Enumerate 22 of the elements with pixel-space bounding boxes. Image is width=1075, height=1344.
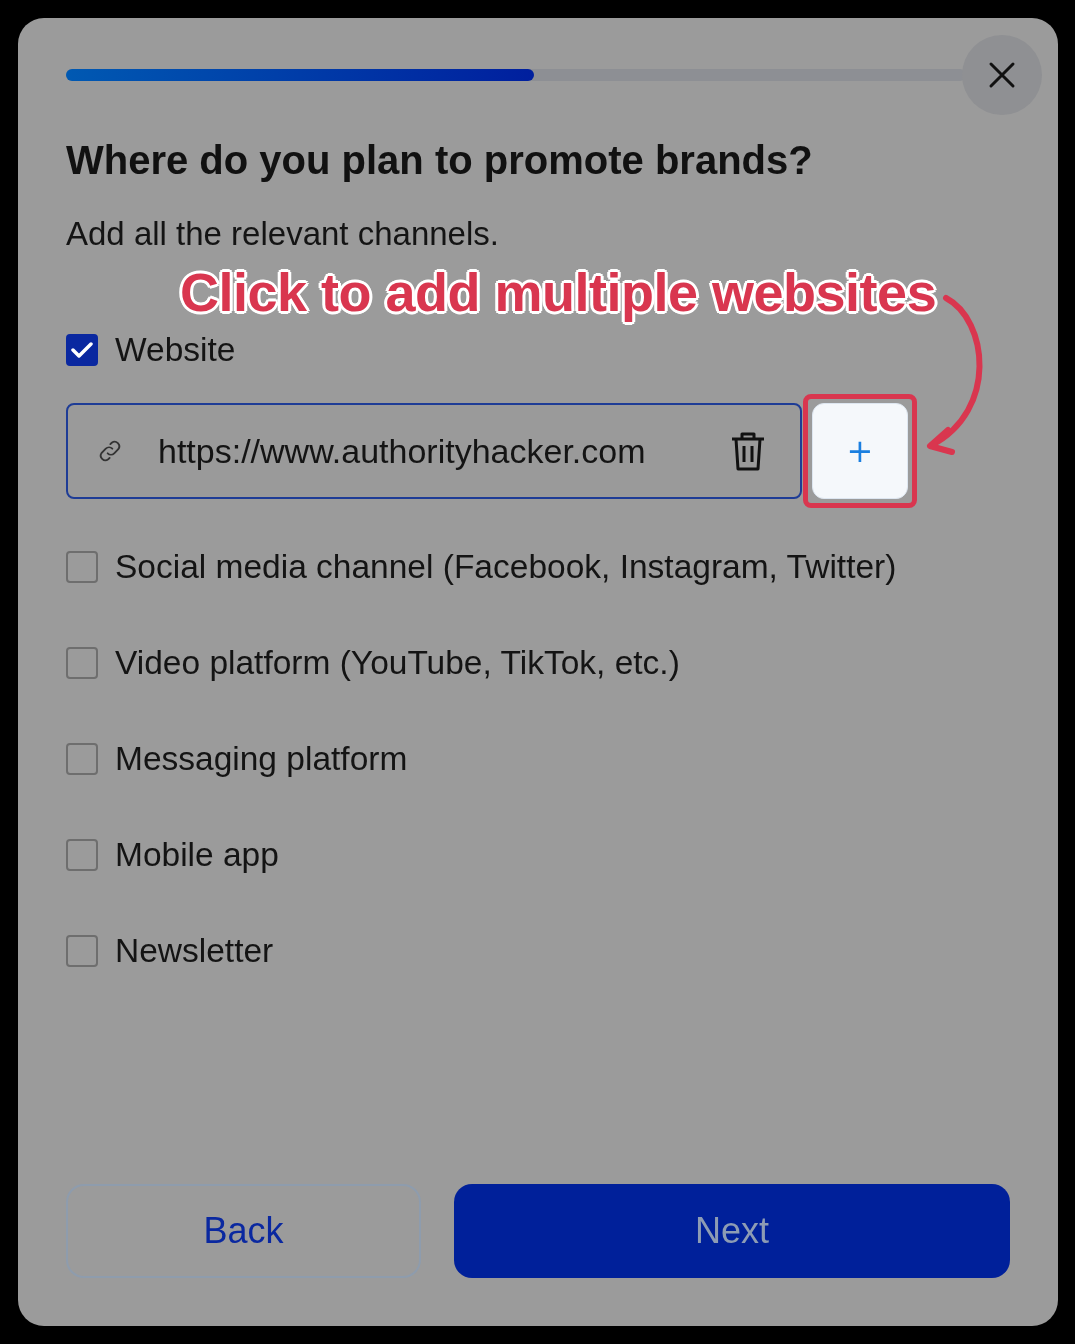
back-button[interactable]: Back [66, 1184, 421, 1278]
checkbox[interactable] [66, 839, 98, 871]
subtitle: Add all the relevant channels. [66, 216, 500, 252]
close-icon [988, 61, 1016, 89]
checkbox[interactable] [66, 334, 98, 366]
next-button[interactable]: Next [454, 1184, 1010, 1278]
add-button[interactable]: + [812, 403, 908, 499]
option-label: Newsletter [115, 932, 274, 970]
checkbox[interactable] [66, 743, 98, 775]
checkbox[interactable] [66, 935, 98, 967]
question-title: Where do you plan to promote brands? [66, 138, 814, 182]
url-input[interactable]: https://www.authorityhacker.com [158, 431, 728, 471]
option-label: Mobile app [115, 836, 279, 874]
url-field[interactable]: https://www.authorityhacker.com [66, 403, 802, 499]
option-label: Messaging platform [115, 740, 408, 778]
checkbox[interactable] [66, 647, 98, 679]
annotation-label: Click to add multiple websites [180, 261, 937, 323]
checkmark-icon [71, 341, 93, 359]
checkbox[interactable] [66, 551, 98, 583]
option-label: Video platform (YouTube, TikTok, etc.) [115, 644, 680, 682]
option-label: Website [115, 331, 236, 369]
option-label: Social media channel (Facebook, Instagram, Twitter) [115, 548, 897, 586]
